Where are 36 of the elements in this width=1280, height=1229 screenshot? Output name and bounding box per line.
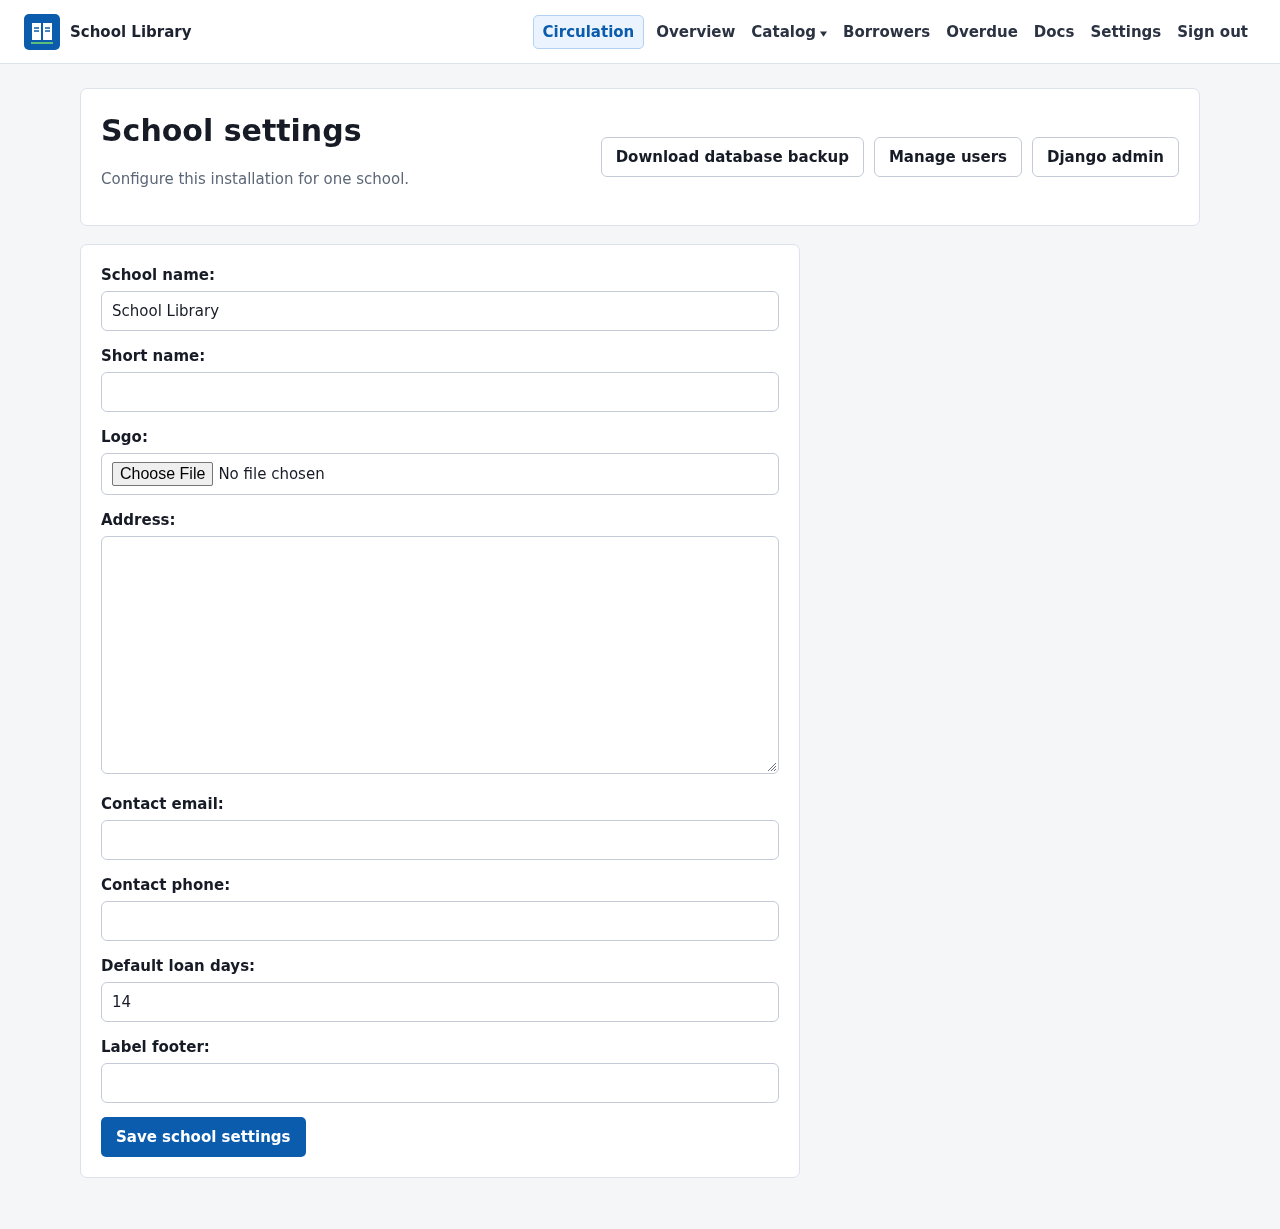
text-field[interactable] — [101, 901, 779, 941]
field-label: Contact email: — [101, 794, 225, 814]
brand-name: School Library — [70, 22, 192, 41]
text-field[interactable] — [101, 372, 779, 412]
file-status-text: No file chosen — [218, 465, 325, 483]
field-label: School name: — [101, 265, 216, 285]
save-button[interactable]: Save school settings — [101, 1117, 306, 1157]
text-field[interactable]: 14 — [101, 982, 779, 1022]
nav-link[interactable]: Sign out — [1169, 14, 1256, 49]
page-title: School settings — [101, 112, 363, 150]
action-button[interactable]: Download database backup — [600, 137, 864, 177]
nav-link[interactable]: Borrowers — [834, 14, 939, 49]
resize-grip-icon[interactable] — [768, 763, 776, 771]
text-field[interactable] — [101, 1063, 779, 1103]
field-label: Short name: — [101, 346, 207, 366]
field-label: Address: — [101, 510, 177, 530]
field-label: Contact phone: — [101, 875, 232, 895]
nav-link[interactable]: Overview — [648, 14, 744, 49]
action-button[interactable]: Manage users — [873, 137, 1023, 177]
file-field[interactable]: Choose File No file chosen — [101, 453, 779, 495]
field-label: Logo: — [101, 427, 149, 447]
field-label: Default loan days: — [101, 956, 257, 976]
textarea-field[interactable] — [101, 536, 779, 774]
nav-menu[interactable]: Catalog — [743, 14, 835, 49]
nav-link[interactable]: Overdue — [938, 14, 1026, 49]
nav-link[interactable]: Docs — [1025, 14, 1083, 49]
field-label: Label footer: — [101, 1037, 211, 1057]
nav-link[interactable]: Settings — [1082, 14, 1170, 49]
caret-icon — [819, 30, 827, 37]
nav-link[interactable]: Circulation — [532, 14, 645, 49]
choose-file-button[interactable]: Choose File — [112, 462, 214, 486]
book-logo-icon — [24, 13, 60, 50]
page-subtitle: Configure this installation for one school. — [101, 169, 410, 189]
text-field[interactable] — [101, 820, 779, 860]
text-field[interactable]: School Library — [101, 291, 779, 331]
action-button[interactable]: Django admin — [1032, 137, 1179, 177]
